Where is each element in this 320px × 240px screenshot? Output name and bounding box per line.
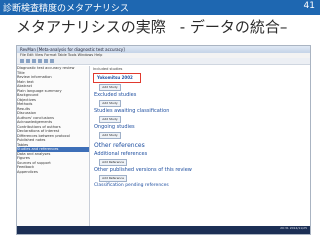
paste-icon[interactable] bbox=[50, 59, 54, 63]
page-heading: メタアナリシスの実際 - データの統合– bbox=[16, 16, 316, 40]
add-study-button[interactable]: Add Study bbox=[99, 116, 121, 123]
section-awaiting[interactable]: Studies awaiting classification bbox=[94, 108, 169, 114]
page-number: 41 bbox=[303, 1, 315, 11]
revman-window: RevMan [Meta-analysis for diagnostic tes… bbox=[16, 45, 311, 235]
cut-icon[interactable] bbox=[38, 59, 42, 63]
section-additional[interactable]: Additional references bbox=[94, 151, 147, 157]
copy-icon[interactable] bbox=[44, 59, 48, 63]
pane-header: Included studies bbox=[93, 67, 123, 71]
section-other-published[interactable]: Other published versions of this review bbox=[94, 167, 192, 173]
section-ongoing[interactable]: Ongoing studies bbox=[94, 124, 135, 130]
slide-title: 診断検査精度のメタアナリシス bbox=[3, 4, 129, 14]
taskbar: 20:31 2014/11/25 bbox=[17, 226, 310, 234]
heading-main: メタアナリシスの実際 bbox=[16, 18, 166, 36]
tree-item[interactable]: Appendices bbox=[17, 170, 89, 175]
open-icon[interactable] bbox=[26, 59, 30, 63]
top-bar: 診断検査精度のメタアナリシス 41 bbox=[0, 0, 320, 15]
section-other-references[interactable]: Other references bbox=[94, 142, 145, 149]
window-titlebar: RevMan [Meta-analysis for diagnostic tes… bbox=[17, 46, 310, 53]
section-classification-pending[interactable]: Classification pending references bbox=[94, 183, 169, 188]
add-reference-button[interactable]: Add Reference bbox=[99, 175, 127, 182]
clock: 20:31 2014/11/25 bbox=[280, 226, 307, 230]
outline-tree: Diagnostic test accuracy review Title Re… bbox=[17, 66, 90, 234]
content-pane: Included studies Yokomitsu 2002 Add Stud… bbox=[91, 66, 309, 234]
add-study-button[interactable]: Add Study bbox=[99, 84, 121, 91]
add-reference-button[interactable]: Add Reference bbox=[99, 159, 127, 166]
highlighted-study[interactable]: Yokomitsu 2002 bbox=[95, 75, 133, 81]
section-excluded[interactable]: Excluded studies bbox=[94, 92, 136, 98]
highlighted-study-box[interactable]: Yokomitsu 2002 bbox=[93, 73, 141, 83]
heading-sub: - データの統合– bbox=[179, 18, 288, 36]
toolbar bbox=[17, 58, 310, 65]
add-study-button[interactable]: Add Study bbox=[99, 100, 121, 107]
save-icon[interactable] bbox=[32, 59, 36, 63]
add-study-button[interactable]: Add Study bbox=[99, 132, 121, 139]
new-icon[interactable] bbox=[20, 59, 24, 63]
